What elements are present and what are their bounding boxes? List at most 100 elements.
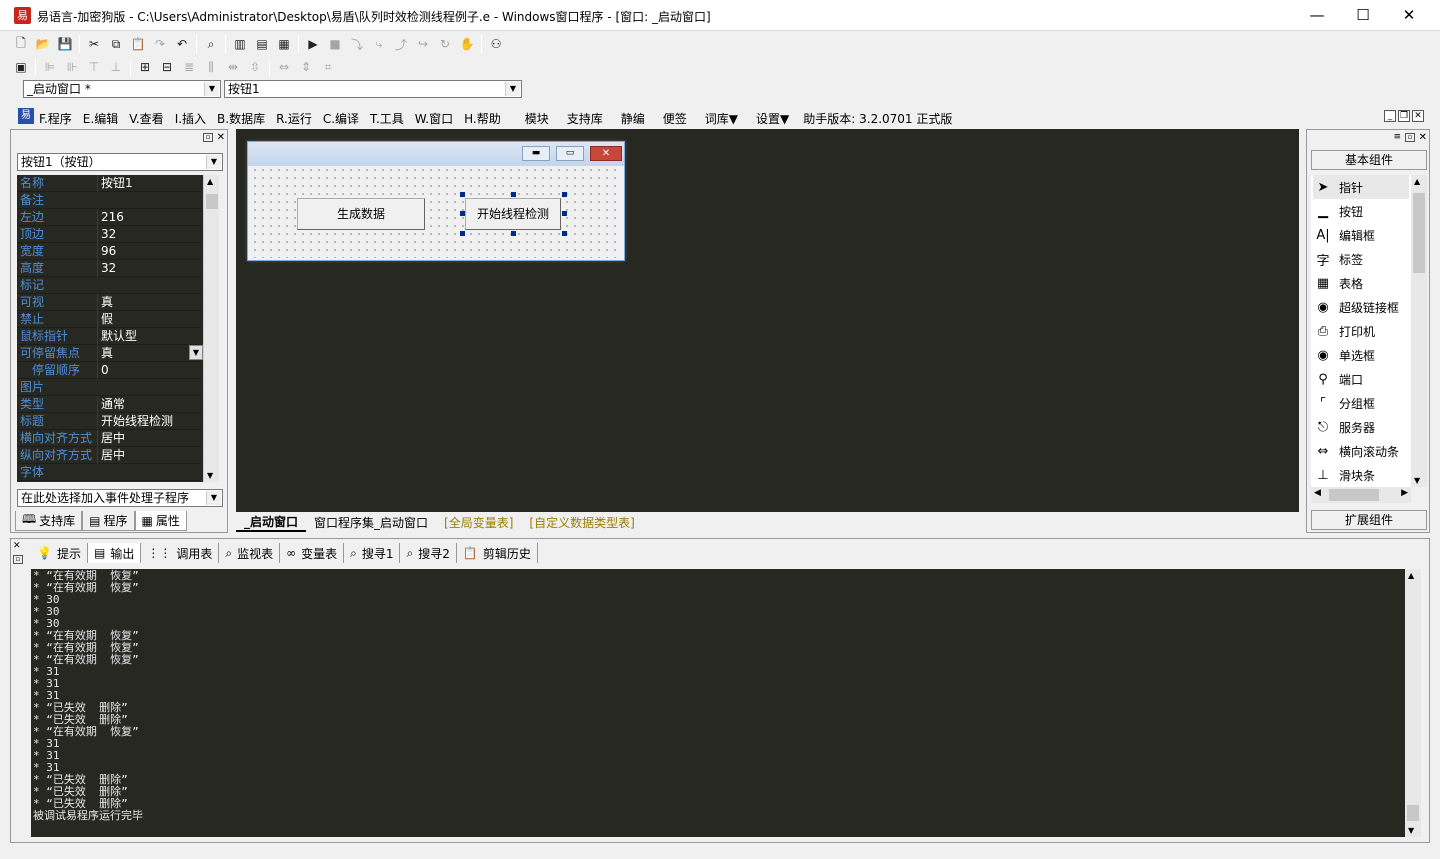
align-bottom-icon[interactable]: ⊥ (105, 57, 127, 77)
extended-components-header[interactable]: 扩展组件 (1311, 510, 1427, 530)
property-value[interactable]: 默认型 (97, 328, 201, 345)
cut-icon[interactable]: ✂ (83, 34, 105, 54)
scroll-up-icon[interactable]: ▲ (1408, 571, 1414, 580)
component-hscrollbar[interactable]: ◀ ▶ (1311, 487, 1411, 503)
tab-window-assembly[interactable]: 窗口程序集_启动窗口 (306, 514, 436, 531)
property-row[interactable]: 名称 按钮1 (17, 175, 201, 192)
property-value[interactable]: 96 (97, 243, 201, 260)
debug-5-icon[interactable]: ↻ (434, 34, 456, 54)
same-width-icon[interactable]: ⇔ (273, 57, 295, 77)
close-button[interactable]: ✕ (1386, 0, 1432, 31)
debug-1-icon[interactable]: ⤵ (346, 34, 368, 54)
form-close-button[interactable]: ✕ (590, 146, 622, 161)
tab-custom-types[interactable]: [自定义数据类型表] (521, 514, 642, 531)
property-value[interactable]: 假 (97, 311, 201, 328)
start-thread-check-button[interactable]: 开始线程检测 (465, 198, 561, 230)
property-row[interactable]: 横向对齐方式 居中 (17, 430, 201, 447)
component-item[interactable]: ◉ 单选框 (1313, 343, 1409, 367)
form-minimize-button[interactable]: ▬ (522, 146, 550, 161)
selection-handle[interactable] (562, 211, 567, 216)
tab-startup-window[interactable]: _启动窗口 (236, 513, 307, 532)
panel-close-icon[interactable]: ✕ (13, 541, 21, 551)
property-row[interactable]: 宽度 96 (17, 243, 201, 260)
component-scrollbar[interactable]: ▲ ▼ (1411, 175, 1427, 487)
property-row[interactable]: 鼠标指针 默认型 (17, 328, 201, 345)
scroll-left-icon[interactable]: ◀ (1314, 488, 1321, 498)
tab-tips[interactable]: 💡 提示 (31, 543, 88, 563)
binoculars-icon[interactable]: ⚇ (485, 34, 507, 54)
tab-clip-history[interactable]: 📋 剪辑历史 (457, 543, 538, 563)
menu-program[interactable]: F.程序 (39, 110, 72, 127)
selection-handle[interactable] (562, 192, 567, 197)
menu-tools[interactable]: T.工具 (370, 110, 404, 127)
property-row[interactable]: 纵向对齐方式 居中 (17, 447, 201, 464)
menu-view[interactable]: V.查看 (129, 110, 163, 127)
align-left-icon[interactable]: ⊫ (39, 57, 61, 77)
mdi-restore-button[interactable]: ❐ (1398, 110, 1410, 122)
property-value[interactable]: 居中 (97, 447, 201, 464)
menu-insert[interactable]: I.插入 (175, 110, 206, 127)
scroll-down-icon[interactable]: ▼ (1414, 476, 1420, 485)
layout-2-icon[interactable]: ▤ (251, 34, 273, 54)
panel-menu-icon[interactable]: ≡ (1393, 132, 1401, 142)
mdi-app-icon[interactable]: 易 (18, 108, 34, 124)
layout-3-icon[interactable]: ▦ (273, 34, 295, 54)
component-item[interactable]: ▁ 按钮 (1313, 199, 1409, 223)
property-row[interactable]: 停留顺序 0 (17, 362, 201, 379)
save-icon[interactable]: 💾 (54, 34, 76, 54)
debug-4-icon[interactable]: ↪ (412, 34, 434, 54)
selection-handle[interactable] (460, 231, 465, 236)
property-row[interactable]: 标记 (17, 277, 201, 294)
hand-icon[interactable]: ✋ (456, 34, 478, 54)
component-item[interactable]: ◉ 超级链接框 (1313, 295, 1409, 319)
tab-search1[interactable]: ⌕ 搜寻1 (344, 543, 401, 563)
form-window[interactable]: ▬ ▭ ✕ 生成数据 开始线程检测 (247, 141, 625, 261)
property-value[interactable]: 真 (97, 345, 201, 362)
undo-icon[interactable]: ↶ (171, 34, 193, 54)
menu-help[interactable]: H.帮助 (464, 110, 501, 127)
event-selector[interactable]: 在此处选择加入事件处理子程序 ▼ (17, 489, 223, 507)
menu-window[interactable]: W.窗口 (415, 110, 453, 127)
property-row[interactable]: 备注 (17, 192, 201, 209)
align-top-icon[interactable]: ⊤ (83, 57, 105, 77)
property-row[interactable]: 图片 (17, 379, 201, 396)
property-scrollbar[interactable]: ▲ ▼ (203, 175, 219, 482)
property-value[interactable]: 32 (97, 226, 201, 243)
new-file-icon[interactable]: 🗋 (10, 34, 32, 54)
component-item[interactable]: ⎙ 打印机 (1313, 319, 1409, 343)
focus-dropdown-button[interactable]: ▼ (189, 345, 203, 360)
property-value[interactable]: 居中 (97, 430, 201, 447)
property-row[interactable]: 禁止 假 (17, 311, 201, 328)
property-value[interactable]: 32 (97, 260, 201, 277)
find-icon[interactable]: ⌕ (200, 34, 222, 54)
menu-settings[interactable]: 设置▼ (756, 110, 789, 127)
panel-close-icon[interactable]: ✕ (1419, 132, 1427, 143)
basic-components-header[interactable]: 基本组件 (1311, 150, 1427, 170)
component-item[interactable]: A| 编辑框 (1313, 223, 1409, 247)
selection-handle[interactable] (460, 211, 465, 216)
same-size-icon[interactable]: ⌗ (317, 57, 339, 77)
scroll-thumb[interactable] (206, 194, 218, 209)
form-maximize-button[interactable]: ▭ (556, 146, 584, 161)
tab-variables[interactable]: ∞ 变量表 (280, 543, 345, 563)
chevron-down-icon[interactable]: ▼ (206, 155, 221, 169)
menu-notes[interactable]: 便签 (663, 110, 687, 127)
property-row[interactable]: 字体 (17, 464, 201, 481)
menu-support-lib[interactable]: 支持库 (567, 110, 603, 127)
menu-module[interactable]: 模块 (525, 110, 549, 127)
run-icon[interactable]: ▶ (302, 34, 324, 54)
minimize-button[interactable]: — (1294, 0, 1340, 31)
paste-icon[interactable]: 📋 (127, 34, 149, 54)
size-v-icon[interactable]: ⇳ (244, 57, 266, 77)
align-right-icon[interactable]: ⊪ (61, 57, 83, 77)
copy-icon[interactable]: ⧉ (105, 34, 127, 54)
tab-search2[interactable]: ⌕ 搜寻2 (400, 543, 457, 563)
layout-1-icon[interactable]: ▥ (229, 34, 251, 54)
menu-static[interactable]: 静编 (621, 110, 645, 127)
property-value[interactable]: 开始线程检测 (97, 413, 201, 430)
scroll-down-icon[interactable]: ▼ (207, 471, 213, 480)
control-selector[interactable]: 按钮1 ▼ (224, 80, 522, 98)
space-v-icon[interactable]: ≣ (178, 57, 200, 77)
tab-program[interactable]: ▤ 程序 (82, 511, 135, 531)
debug-3-icon[interactable]: ⤴ (390, 34, 412, 54)
